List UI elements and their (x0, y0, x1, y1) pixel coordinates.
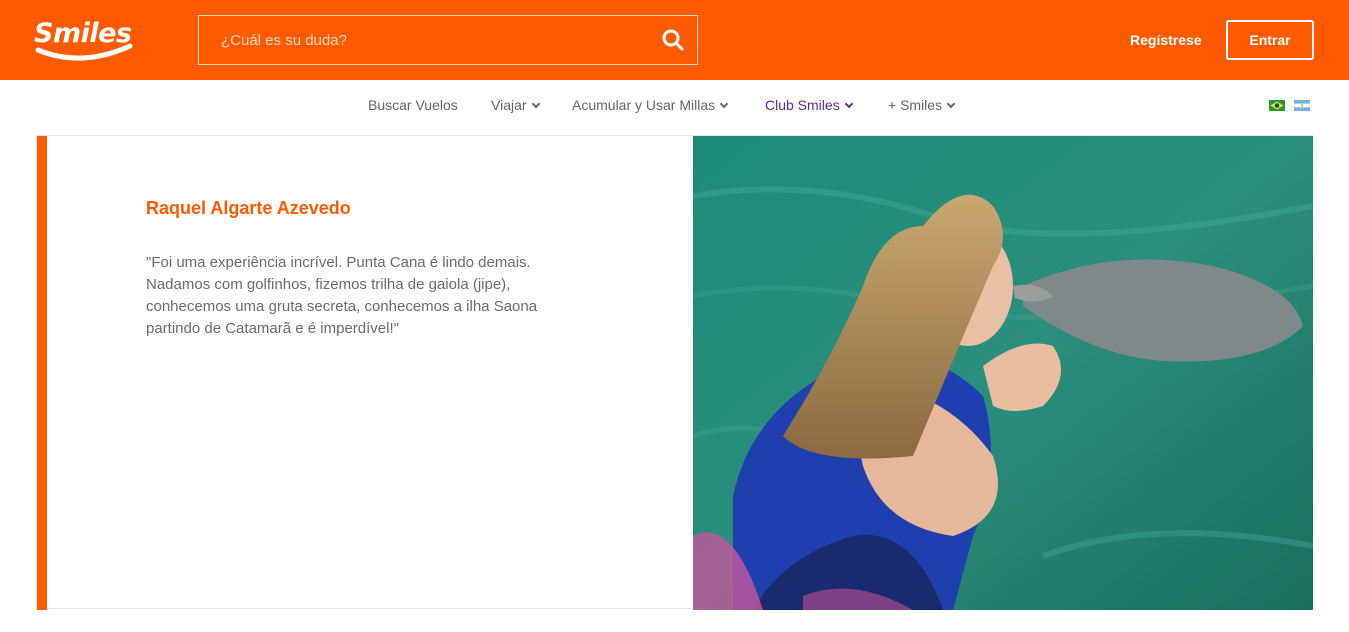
testimonial-photo (693, 136, 1313, 610)
chevron-down-icon (531, 99, 540, 109)
main-nav: Buscar Vuelos Viajar Acumular y Usar Mil… (0, 80, 1349, 132)
search-icon[interactable] (661, 28, 685, 52)
nav-item-label: Club Smiles (765, 97, 840, 113)
testimonial-author: Raquel Algarte Azevedo (146, 198, 351, 218)
nav-item-label: Viajar (491, 97, 527, 113)
search-input[interactable] (199, 16, 639, 64)
chevron-down-icon (844, 99, 853, 109)
nav-item-club-smiles[interactable]: Club Smiles (765, 97, 853, 113)
chevron-down-icon (719, 99, 729, 109)
smiles-logo[interactable]: Smiles (34, 16, 134, 62)
argentina-flag-icon[interactable] (1293, 98, 1311, 112)
accent-bar (37, 136, 47, 610)
chevron-down-icon (946, 99, 956, 109)
register-link[interactable]: Regístrese (1130, 32, 1202, 48)
logo-text: Smiles (34, 18, 132, 49)
nav-item-mas-smiles[interactable]: + Smiles (888, 97, 956, 113)
nav-item-viajar[interactable]: Viajar (491, 97, 540, 113)
brazil-flag-icon[interactable] (1269, 98, 1285, 111)
nav-item-label: + Smiles (888, 97, 943, 113)
search-box (198, 15, 698, 65)
nav-item-buscar-vuelos[interactable]: Buscar Vuelos (368, 97, 458, 113)
nav-item-label: Acumular y Usar Millas (572, 97, 716, 113)
header-bar: Smiles Regístrese Entrar (0, 0, 1349, 80)
nav-item-acumular-usar-millas[interactable]: Acumular y Usar Millas (572, 97, 729, 113)
testimonial-quote: "Foi uma experiência incrível. Punta Can… (146, 254, 538, 337)
testimonial-card: Raquel Algarte Azevedo "Foi uma experiên… (36, 135, 1313, 610)
login-button[interactable]: Entrar (1226, 20, 1314, 60)
nav-item-label: Buscar Vuelos (368, 97, 458, 113)
